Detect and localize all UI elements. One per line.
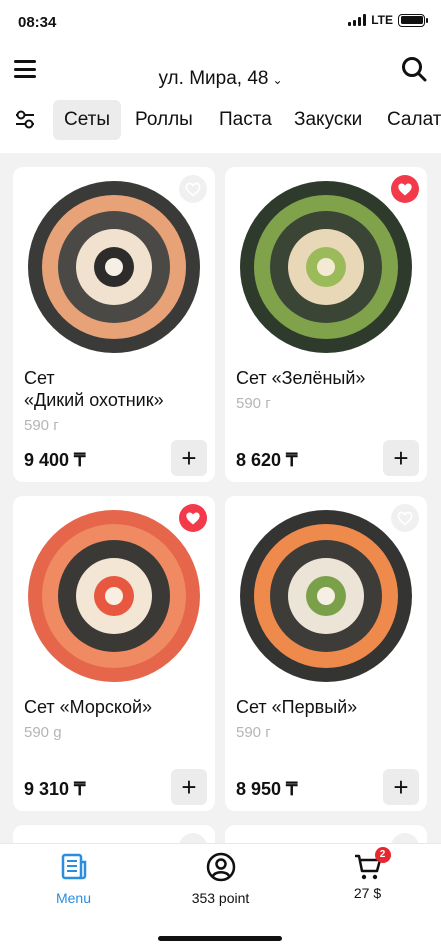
product-price: 8 950 ₸ (236, 779, 298, 799)
menu-document-icon (61, 853, 86, 880)
status-bar: 08:34 LTE (0, 0, 441, 44)
search-icon[interactable] (401, 56, 427, 82)
favorite-button[interactable] (391, 175, 419, 203)
tab-salads[interactable]: Салаты (376, 100, 441, 140)
nav-cart-label: 27 $ (353, 885, 382, 901)
product-weight: 590 г (236, 395, 271, 412)
product-card[interactable]: Сет «Морской» 590 g 9 310 ₸ + (13, 496, 215, 811)
home-indicator (158, 936, 282, 941)
heart-filled-icon (398, 183, 412, 195)
add-to-cart-button[interactable]: + (383, 440, 419, 476)
product-price: 9 310 ₸ (24, 779, 86, 799)
product-title: Сет «Дикий охотник» (24, 368, 164, 410)
favorite-button[interactable] (391, 504, 419, 532)
nav-menu[interactable]: Menu (0, 852, 147, 906)
product-card[interactable]: Сет «Первый» 590 г 8 950 ₸ + (225, 496, 427, 811)
address-selector[interactable]: ул. Мира, 48 ⌄ (0, 68, 441, 90)
favorite-button[interactable] (179, 504, 207, 532)
app-header: ул. Мира, 48 ⌄ (0, 44, 441, 99)
product-card[interactable]: Сет «Зелёный» 590 г 8 620 ₸ + (225, 167, 427, 482)
status-indicators: LTE (348, 13, 428, 27)
product-title: Сет «Зелёный» (236, 368, 366, 388)
cart-icon-wrapper: 2 (353, 847, 391, 882)
product-weight: 590 g (24, 724, 62, 741)
tab-rolls[interactable]: Роллы (124, 100, 204, 140)
heart-outline-icon (397, 511, 413, 526)
user-profile-icon (206, 852, 235, 882)
battery-icon (398, 13, 428, 27)
nav-menu-label: Menu (55, 890, 92, 906)
status-time: 08:34 (18, 14, 57, 31)
heart-outline-icon (185, 182, 201, 197)
chevron-down-icon: ⌄ (272, 73, 283, 87)
cart-count-badge: 2 (374, 847, 391, 863)
product-price: 8 620 ₸ (236, 450, 298, 470)
address-text: ул. Мира, 48 (158, 68, 269, 89)
network-type: LTE (371, 13, 393, 27)
product-card[interactable]: Сет «Дикий охотник» 590 г 9 400 ₸ + (13, 167, 215, 482)
product-title: Сет «Морской» (24, 697, 153, 717)
category-tabs: Сеты Роллы Паста Закуски Салаты (0, 99, 441, 153)
tab-pasta[interactable]: Паста (208, 100, 283, 140)
product-title: Сет «Первый» (236, 697, 358, 717)
product-weight: 590 г (236, 724, 271, 741)
add-to-cart-button[interactable]: + (171, 769, 207, 805)
signal-icon (348, 14, 367, 26)
filter-icon[interactable] (14, 109, 36, 131)
heart-filled-icon (186, 512, 200, 524)
add-to-cart-button[interactable]: + (383, 769, 419, 805)
nav-points-label: 353 point (191, 890, 250, 906)
add-to-cart-button[interactable]: + (171, 440, 207, 476)
bottom-navigation: Menu 353 point 2 27 $ (0, 843, 441, 952)
tab-sets[interactable]: Сеты (53, 100, 122, 140)
nav-points[interactable]: 353 point (147, 852, 294, 906)
product-weight: 590 г (24, 417, 59, 434)
tab-snacks[interactable]: Закуски (283, 100, 373, 140)
favorite-button[interactable] (179, 175, 207, 203)
product-price: 9 400 ₸ (24, 450, 86, 470)
nav-cart[interactable]: 2 27 $ (294, 847, 441, 901)
